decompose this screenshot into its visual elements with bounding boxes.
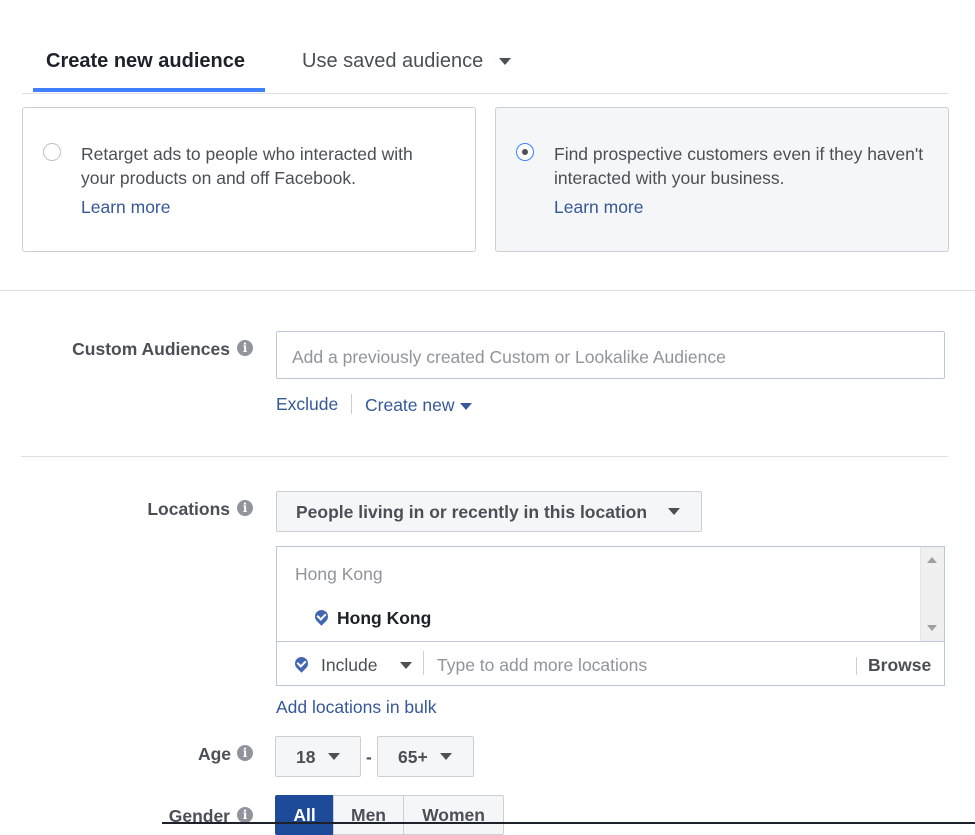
scroll-up-arrow-icon[interactable]: [927, 557, 937, 563]
active-tab-indicator: [33, 88, 265, 92]
age-range-separator: -: [366, 747, 372, 767]
create-new-link[interactable]: Create new: [365, 395, 472, 416]
tab-use-saved-label: Use saved audience: [302, 50, 484, 72]
location-search-input[interactable]: Type to add more locations: [437, 655, 647, 676]
divider: [277, 641, 944, 642]
location-type-label: People living in or recently in this loc…: [296, 502, 648, 522]
scroll-down-arrow-icon[interactable]: [927, 625, 937, 631]
age-min-value: 18: [296, 747, 316, 767]
section-divider: [21, 456, 948, 457]
chevron-down-icon[interactable]: [400, 662, 412, 669]
chevron-down-icon: [328, 753, 340, 760]
gender-women-button[interactable]: Women: [403, 795, 504, 835]
info-icon[interactable]: i: [237, 500, 253, 516]
chevron-down-icon: [440, 753, 452, 760]
location-type-dropdown[interactable]: People living in or recently in this loc…: [276, 491, 702, 532]
locations-label: Locations: [147, 499, 230, 519]
option-prospect-text: Find prospective customers even if they …: [554, 144, 924, 188]
info-icon[interactable]: i: [237, 745, 253, 761]
age-label: Age: [197, 744, 231, 764]
radio-prospect[interactable]: [516, 143, 534, 161]
learn-more-link-retarget[interactable]: Learn more: [81, 197, 171, 218]
option-retarget-text: Retarget ads to people who interacted wi…: [81, 144, 413, 188]
chevron-down-icon: [459, 402, 472, 410]
add-locations-bulk-link[interactable]: Add locations in bulk: [276, 697, 437, 718]
tab-use-saved-audience[interactable]: Use saved audience: [302, 50, 511, 73]
section-divider: [0, 290, 975, 291]
learn-more-link-prospect[interactable]: Learn more: [554, 197, 644, 218]
custom-audiences-label: Custom Audiences: [72, 339, 230, 359]
custom-audience-placeholder: Add a previously created Custom or Looka…: [292, 347, 726, 367]
gender-all-button[interactable]: All: [275, 795, 334, 835]
tab-create-new-audience[interactable]: Create new audience: [46, 50, 245, 73]
create-new-label: Create new: [365, 395, 455, 415]
location-pin-icon: [292, 654, 311, 673]
option-card-prospect[interactable]: Find prospective customers even if they …: [495, 107, 949, 252]
custom-audience-input[interactable]: Add a previously created Custom or Looka…: [276, 331, 945, 379]
include-dropdown[interactable]: Include: [321, 655, 377, 676]
location-item[interactable]: Hong Kong: [337, 608, 431, 629]
age-min-dropdown[interactable]: 18: [275, 736, 361, 777]
location-pin-icon: [312, 607, 331, 626]
info-icon[interactable]: i: [237, 807, 253, 823]
scrollbar[interactable]: [920, 547, 944, 641]
option-card-retarget[interactable]: Retarget ads to people who interacted wi…: [22, 107, 476, 252]
chevron-down-icon: [498, 58, 511, 66]
age-max-dropdown[interactable]: 65+: [377, 736, 474, 777]
location-list-box: Hong Kong Hong Kong Include Type to add …: [276, 546, 945, 686]
divider: [423, 651, 424, 675]
gender-men-button[interactable]: Men: [333, 795, 404, 835]
location-group-label: Hong Kong: [295, 564, 383, 584]
chevron-down-icon: [668, 508, 680, 515]
radio-retarget[interactable]: [43, 143, 61, 161]
info-icon[interactable]: i: [237, 340, 253, 356]
browse-button[interactable]: Browse: [868, 655, 931, 676]
exclude-link[interactable]: Exclude: [276, 394, 338, 415]
age-max-value: 65+: [398, 747, 428, 767]
link-separator: [351, 394, 352, 414]
tab-divider: [22, 93, 948, 94]
divider: [856, 657, 857, 675]
